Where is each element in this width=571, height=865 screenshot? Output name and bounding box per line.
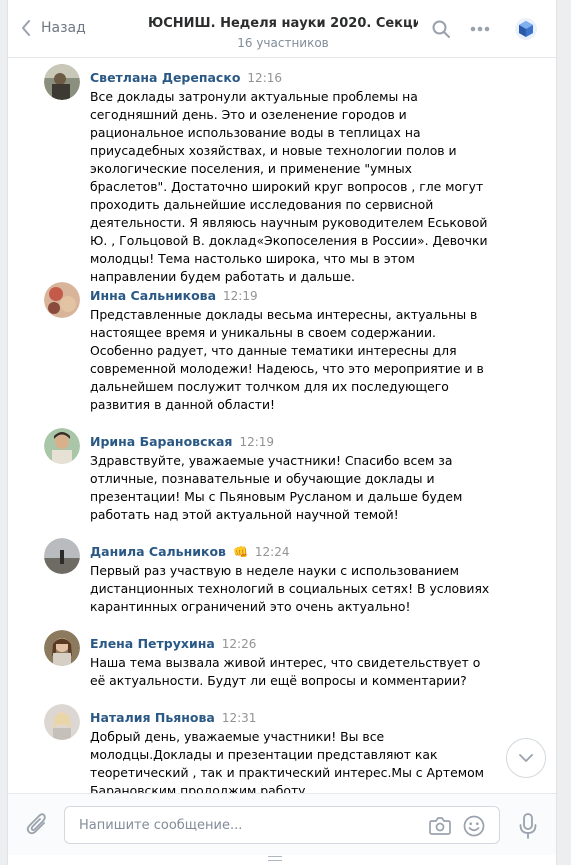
message-time: 12:26 bbox=[221, 637, 257, 651]
back-button[interactable]: Назад bbox=[21, 20, 86, 36]
message-header: Елена Петрухина 12:26 bbox=[90, 636, 256, 651]
message-header: Наталия Пьянова 12:31 bbox=[90, 710, 256, 725]
message-input-placeholder: Напишите сообщение... bbox=[79, 818, 243, 833]
search-icon[interactable] bbox=[432, 20, 450, 38]
message-time: 12:16 bbox=[247, 71, 283, 85]
scroll-down-button[interactable] bbox=[506, 738, 546, 778]
paperclip-icon[interactable] bbox=[26, 813, 48, 837]
avatar[interactable] bbox=[44, 630, 80, 666]
chat-header: Назад ЮСНИШ. Неделя науки 2020. Секция: … bbox=[8, 0, 556, 58]
chevron-left-icon bbox=[22, 20, 30, 36]
avatar[interactable] bbox=[44, 428, 80, 464]
back-label: Назад bbox=[41, 20, 86, 36]
chat-title-block[interactable]: ЮСНИШ. Неделя науки 2020. Секция: «... 1… bbox=[148, 16, 418, 50]
resize-handle[interactable] bbox=[268, 856, 282, 861]
author-name[interactable]: Инна Сальникова bbox=[90, 288, 216, 303]
message-text: Представленные доклады весьма интересны,… bbox=[90, 307, 484, 412]
message-header: Данила Сальников 👊 12:24 bbox=[90, 544, 290, 559]
author-name[interactable]: Светлана Дерепаско bbox=[90, 70, 240, 85]
chat-cube-icon[interactable] bbox=[514, 17, 538, 41]
message-feed[interactable]: Светлана Дерепаско 12:16 Все доклады зат… bbox=[8, 58, 556, 793]
smile-icon[interactable] bbox=[463, 815, 485, 837]
message-text: Наша тема вызвала живой интерес, что сви… bbox=[90, 655, 481, 688]
avatar[interactable] bbox=[44, 704, 80, 740]
message-text: Добрый день, уважаемые участники! Вы все… bbox=[90, 729, 485, 793]
message-time: 12:19 bbox=[223, 289, 258, 303]
message-input[interactable]: Напишите сообщение... bbox=[64, 806, 500, 844]
message-composer: Напишите сообщение... bbox=[8, 793, 556, 855]
message-header: Светлана Дерепаско 12:16 bbox=[90, 70, 282, 85]
author-name[interactable]: Ирина Барановская bbox=[90, 434, 232, 449]
chat-members-count: 16 участников bbox=[237, 36, 329, 50]
message-text: Первый раз участвую в неделе науки с исп… bbox=[90, 563, 490, 614]
avatar[interactable] bbox=[44, 64, 80, 100]
author-name[interactable]: Данила Сальников bbox=[90, 544, 226, 559]
author-name[interactable]: Елена Петрухина bbox=[90, 636, 215, 651]
message-text: Здравствуйте, уважаемые участники! Спаси… bbox=[90, 453, 463, 522]
avatar[interactable] bbox=[44, 538, 80, 574]
camera-icon[interactable] bbox=[429, 816, 451, 836]
message-time: 12:31 bbox=[221, 711, 257, 725]
author-name[interactable]: Наталия Пьянова bbox=[90, 710, 215, 725]
message-time: 12:19 bbox=[239, 435, 275, 449]
more-dots-icon[interactable] bbox=[470, 26, 490, 32]
microphone-icon[interactable] bbox=[519, 813, 537, 839]
message-time: 12:24 bbox=[254, 545, 290, 559]
chevron-down-icon bbox=[519, 754, 533, 762]
fist-emoji: 👊 bbox=[232, 545, 248, 559]
message-header: Инна Сальникова 12:19 bbox=[90, 288, 258, 303]
chat-title: ЮСНИШ. Неделя науки 2020. Секция: «... bbox=[148, 16, 418, 31]
avatar[interactable] bbox=[44, 282, 80, 318]
message-header: Ирина Барановская 12:19 bbox=[90, 434, 274, 449]
message-text: Все доклады затронули актуальные проблем… bbox=[90, 89, 488, 284]
chat-window: Назад ЮСНИШ. Неделя науки 2020. Секция: … bbox=[7, 0, 557, 865]
